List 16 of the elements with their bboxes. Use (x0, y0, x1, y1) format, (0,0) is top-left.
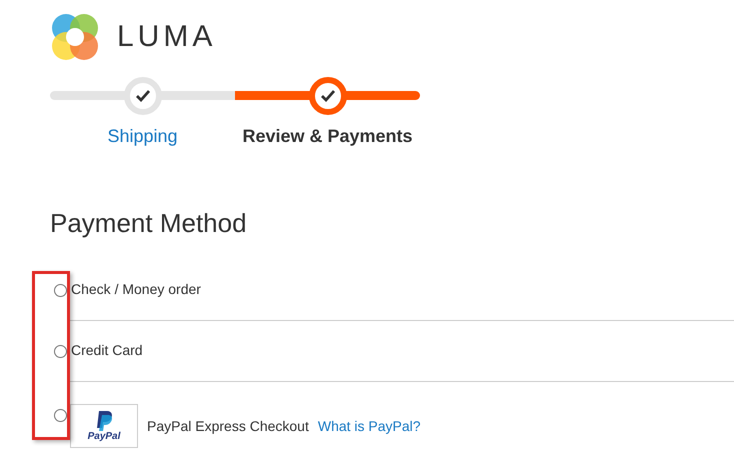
checkmark-icon (136, 90, 150, 102)
radio-button[interactable] (54, 284, 66, 297)
logo-icon (50, 12, 100, 62)
radio-button[interactable] (54, 345, 66, 358)
method-label[interactable]: Credit Card (71, 340, 143, 360)
method-label[interactable]: Check / Money order (71, 278, 201, 300)
checkmark-icon (320, 90, 334, 102)
section-title: Payment Method (50, 210, 248, 236)
paypal-wordmark: PayPal (88, 432, 120, 442)
radio-button[interactable] (54, 408, 66, 422)
step-label[interactable]: Shipping (107, 123, 178, 150)
logo-text: LUMA (117, 22, 216, 52)
paypal-icon (95, 410, 113, 430)
what-is-paypal-link[interactable]: What is PayPal? (318, 416, 421, 436)
step-label: Review & Payments (242, 125, 413, 148)
method-label[interactable]: PayPal Express Checkout (147, 416, 309, 436)
